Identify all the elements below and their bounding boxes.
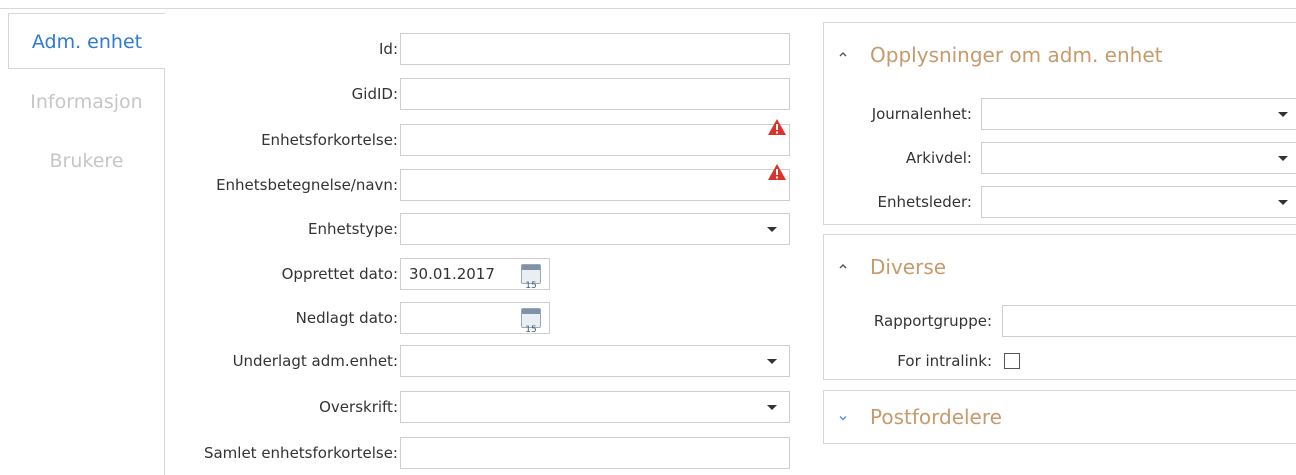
chevron-down-icon bbox=[1278, 156, 1288, 161]
overskrift-select[interactable] bbox=[400, 391, 790, 423]
row-enhetsforkortelse: Enhetsforkortelse: bbox=[166, 119, 796, 156]
chevron-down-icon[interactable] bbox=[838, 413, 848, 423]
rapportgruppe-input[interactable] bbox=[1002, 305, 1296, 337]
enhetstype-select[interactable] bbox=[400, 213, 790, 245]
panel-diverse: Diverse Rapportgruppe: For intralink: bbox=[823, 234, 1296, 380]
calendar-icon[interactable]: 15 bbox=[521, 264, 541, 291]
gidid-label: GidID: bbox=[351, 85, 398, 103]
journalenhet-label: Journalenhet: bbox=[871, 105, 972, 123]
panel-opplysninger-title[interactable]: Opplysninger om adm. enhet bbox=[870, 43, 1162, 67]
row-overskrift: Overskrift: bbox=[166, 391, 796, 423]
enhetstype-label: Enhetstype: bbox=[308, 220, 398, 238]
id-input[interactable] bbox=[400, 33, 790, 65]
intralink-checkbox[interactable] bbox=[1004, 353, 1020, 369]
enhetsleder-label: Enhetsleder: bbox=[877, 193, 972, 211]
journalenhet-select[interactable] bbox=[981, 98, 1296, 130]
chevron-up-icon[interactable] bbox=[838, 261, 848, 271]
row-nedlagt-dato: Nedlagt dato: 15 bbox=[166, 302, 796, 335]
intralink-label: For intralink: bbox=[897, 352, 992, 370]
chevron-down-icon bbox=[1278, 112, 1288, 117]
arkivdel-select[interactable] bbox=[981, 142, 1296, 174]
chevron-down-icon bbox=[767, 227, 777, 232]
warning-icon bbox=[768, 164, 786, 180]
row-gidid: GidID: bbox=[166, 78, 796, 110]
tab-brukere[interactable]: Brukere bbox=[8, 133, 165, 189]
rapportgruppe-label: Rapportgruppe: bbox=[873, 312, 992, 330]
top-divider bbox=[0, 8, 1296, 9]
row-enhetsbetegnelse: Enhetsbetegnelse/navn: bbox=[166, 164, 796, 201]
chevron-down-icon bbox=[1278, 200, 1288, 205]
gidid-input[interactable] bbox=[400, 78, 790, 110]
enhetsleder-select[interactable] bbox=[981, 186, 1296, 218]
side-tabs: Adm. enhet Informasjon Brukere bbox=[0, 0, 166, 475]
nedlagt-dato-input[interactable]: 15 bbox=[400, 302, 550, 335]
row-enhetstype: Enhetstype: bbox=[166, 213, 796, 245]
calendar-icon[interactable]: 15 bbox=[521, 308, 541, 335]
warning-icon bbox=[768, 119, 786, 135]
arkivdel-label: Arkivdel: bbox=[905, 149, 972, 167]
tab-adm-enhet[interactable]: Adm. enhet bbox=[8, 13, 165, 69]
row-samlet: Samlet enhetsforkortelse: bbox=[166, 437, 796, 469]
adm-enhet-form: Adm. enhet Informasjon Brukere Id: GidID… bbox=[0, 0, 1296, 475]
enhetsforkortelse-input[interactable] bbox=[400, 124, 790, 156]
opprettet-dato-value: 30.01.2017 bbox=[409, 265, 495, 283]
panel-diverse-title[interactable]: Diverse bbox=[870, 255, 946, 279]
samlet-label: Samlet enhetsforkortelse: bbox=[203, 444, 398, 462]
row-underlagt: Underlagt adm.enhet: bbox=[166, 345, 796, 377]
id-label: Id: bbox=[379, 40, 398, 58]
chevron-up-icon[interactable] bbox=[838, 49, 848, 59]
overskrift-label: Overskrift: bbox=[319, 398, 398, 416]
opprettet-dato-input[interactable]: 30.01.2017 15 bbox=[400, 258, 550, 291]
tab-informasjon[interactable]: Informasjon bbox=[8, 74, 165, 130]
panel-postfordelere: Postfordelere bbox=[823, 390, 1296, 444]
enhetsbetegnelse-input[interactable] bbox=[400, 169, 790, 201]
chevron-down-icon bbox=[767, 405, 777, 410]
row-id: Id: bbox=[166, 33, 796, 65]
opprettet-dato-label: Opprettet dato: bbox=[281, 265, 398, 283]
enhetsbetegnelse-label: Enhetsbetegnelse/navn: bbox=[216, 176, 398, 194]
samlet-input[interactable] bbox=[400, 437, 790, 469]
underlagt-select[interactable] bbox=[400, 345, 790, 377]
nedlagt-dato-label: Nedlagt dato: bbox=[295, 309, 398, 327]
row-opprettet-dato: Opprettet dato: 30.01.2017 15 bbox=[166, 258, 796, 291]
panel-opplysninger: Opplysninger om adm. enhet Journalenhet:… bbox=[823, 22, 1296, 225]
underlagt-label: Underlagt adm.enhet: bbox=[232, 352, 398, 370]
panel-postfordelere-title[interactable]: Postfordelere bbox=[870, 405, 1002, 429]
chevron-down-icon bbox=[767, 359, 777, 364]
enhetsforkortelse-label: Enhetsforkortelse: bbox=[261, 131, 398, 149]
